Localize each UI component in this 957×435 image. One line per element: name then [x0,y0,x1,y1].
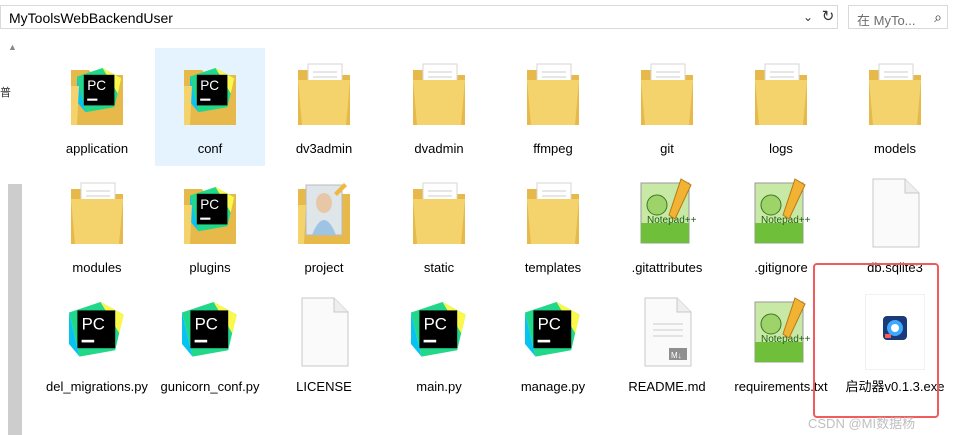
file-item[interactable]: M↓ README.md [612,286,722,404]
file-item[interactable]: PC application [42,48,152,166]
file-name: logs [769,141,793,156]
file-name: models [874,141,916,156]
file-item[interactable]: project [269,167,379,285]
file-name: gunicorn_conf.py [160,379,260,394]
file-item[interactable]: logs [726,48,836,166]
folder-icon [751,56,811,132]
navigation-pane-edge: ▲ 普 [0,34,22,435]
file-name: README.md [628,379,706,394]
pycharm-icon: PC [180,294,240,370]
search-input[interactable]: 在 MyTo... [857,10,916,29]
file-item[interactable]: ffmpeg [498,48,608,166]
folder-icon [523,56,583,132]
file-item[interactable]: PC main.py [384,286,494,404]
folder-icon [523,175,583,251]
address-path-text: MyToolsWebBackendUser [9,10,173,26]
highlight-box [813,263,939,418]
pycharm-icon: PC [67,294,127,370]
file-name: .gitattributes [631,260,703,275]
file-item[interactable]: LICENSE [269,286,379,404]
file-name: modules [72,260,122,275]
refresh-icon[interactable]: ↻ [818,7,838,27]
svg-text:PC: PC [195,314,218,333]
file-name: templates [524,260,582,275]
file-name: del_migrations.py [46,379,148,394]
file-item[interactable]: models [840,48,950,166]
svg-text:PC: PC [424,314,447,333]
file-item[interactable]: templates [498,167,608,285]
svg-text:PC: PC [82,314,105,333]
search-box[interactable]: 在 MyTo... ⌕ [848,5,948,29]
file-item[interactable]: git [612,48,722,166]
file-item[interactable]: Notepad++ .gitattributes [612,167,722,285]
file-item[interactable]: dvadmin [384,48,494,166]
file-name: dv3admin [295,141,353,156]
file-item[interactable]: PC plugins [155,167,265,285]
notepadpp-icon: Notepad++ [751,294,811,370]
file-name: project [304,260,344,275]
address-bar: MyToolsWebBackendUser ⌄ ↻ 在 MyTo... ⌕ [0,0,957,34]
folder-icon [294,56,354,132]
svg-text:PC: PC [200,78,219,93]
address-path-field[interactable]: MyToolsWebBackendUser [0,5,838,29]
svg-text:PC: PC [87,78,106,93]
search-icon[interactable]: ⌕ [934,9,942,26]
folder-pycharm-icon: PC [67,56,127,132]
watermark-text: CSDN @MI数据杨 [808,416,916,431]
file-item[interactable]: PC conf [155,48,265,166]
notepadpp-icon: Notepad++ [751,175,811,251]
folder-icon [865,56,925,132]
file-item[interactable]: PC del_migrations.py [42,286,152,404]
file-name: plugins [189,260,231,275]
file-name: dvadmin [414,141,464,156]
file-item[interactable]: PC gunicorn_conf.py [155,286,265,404]
folder-icon [67,175,127,251]
file-item[interactable]: dv3admin [269,48,379,166]
file-item[interactable]: PC manage.py [498,286,608,404]
file-name: git [660,141,674,156]
notepadpp-icon: Notepad++ [637,175,697,251]
pycharm-icon: PC [523,294,583,370]
blank-file-icon [865,175,925,251]
svg-text:PC: PC [200,197,219,212]
folder-icon [409,175,469,251]
folder-image-icon [294,175,354,251]
file-name: application [65,141,129,156]
file-item[interactable]: static [384,167,494,285]
svg-text:M↓: M↓ [671,351,682,360]
markdown-icon: M↓ [637,294,697,370]
chevron-down-icon[interactable]: ⌄ [798,7,818,27]
folder-icon [409,56,469,132]
folder-pycharm-icon: PC [180,56,240,132]
pycharm-icon: PC [409,294,469,370]
file-name: conf [197,141,223,156]
svg-text:PC: PC [538,314,561,333]
navigation-pane-text: 普 [0,87,11,99]
blank-file-icon [294,294,354,370]
scroll-up-arrow-icon[interactable]: ▲ [8,42,17,52]
file-item[interactable]: modules [42,167,152,285]
file-name: manage.py [520,379,586,394]
file-name: main.py [416,379,462,394]
scrollbar-thumb[interactable] [8,184,22,435]
folder-pycharm-icon: PC [180,175,240,251]
file-name: static [423,260,455,275]
folder-icon [637,56,697,132]
file-name: ffmpeg [533,141,573,156]
file-name: LICENSE [296,379,352,394]
